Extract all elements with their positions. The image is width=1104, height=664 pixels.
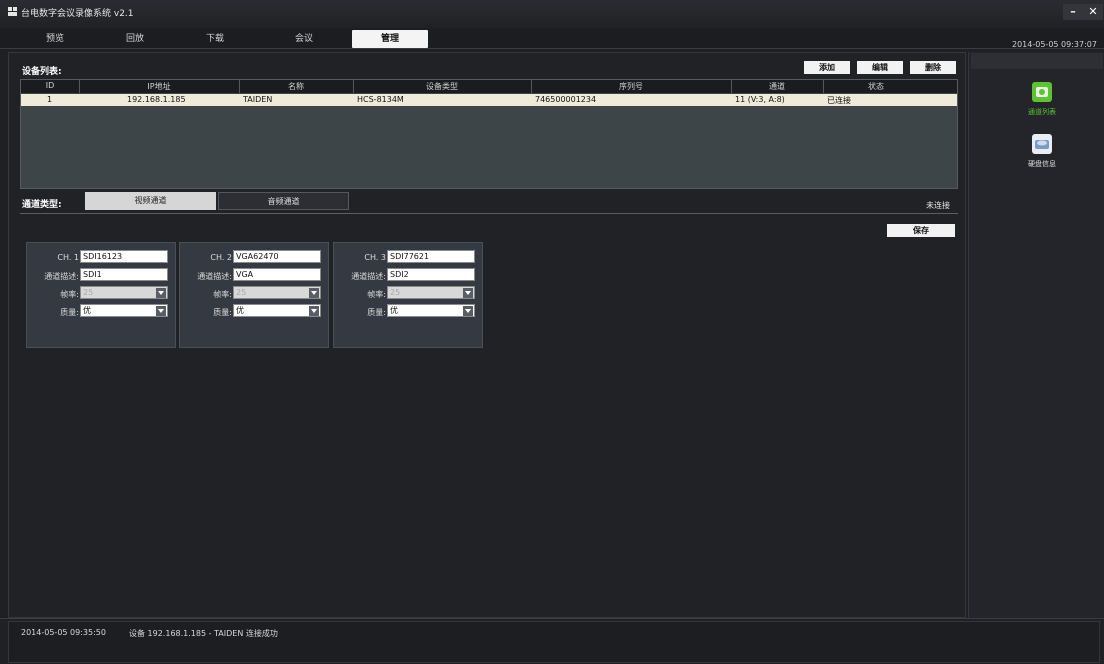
channel-list-icon	[1032, 82, 1052, 102]
cell-name: TAIDEN	[243, 95, 273, 104]
channel-type-label: 通道类型:	[22, 200, 62, 210]
clock: 2014-05-05 09:37:07	[1012, 40, 1097, 49]
desc-label: 通道描述:	[44, 272, 79, 281]
cell-id: 1	[47, 95, 53, 104]
disk-icon	[1032, 134, 1052, 154]
app-logo-icon	[8, 7, 17, 16]
channel-type-bar: 通道类型: 视频通道 音频通道	[20, 192, 958, 214]
channel-panel-3: CH. 3 SDI77621 通道描述: SDI2 帧率: 25 质量: 优	[333, 242, 483, 348]
fps-select: 25	[80, 286, 168, 299]
desc-label: 通道描述:	[351, 272, 386, 281]
fps-label: 帧率:	[60, 290, 79, 299]
fps-value: 25	[83, 288, 94, 297]
col-ip[interactable]: IP地址	[79, 81, 239, 92]
log-time: 2014-05-05 09:35:50	[21, 628, 106, 637]
ch-name-input[interactable]: SDI77621	[387, 250, 475, 263]
tab-playback[interactable]: 回放	[97, 30, 173, 48]
quality-label: 质量:	[367, 308, 386, 317]
chevron-down-icon[interactable]	[156, 306, 166, 316]
fps-select: 25	[233, 286, 321, 299]
chevron-down-icon	[156, 288, 166, 298]
col-status[interactable]: 状态	[823, 81, 929, 92]
channel-panel-2: CH. 2 VGA62470 通道描述: VGA 帧率: 25 质量: 优	[179, 242, 329, 348]
desc-label: 通道描述:	[197, 272, 232, 281]
sidebar-header	[971, 53, 1103, 69]
cell-type: HCS-8134M	[357, 95, 404, 104]
quality-value: 优	[83, 306, 91, 315]
quality-value: 优	[390, 306, 398, 315]
cell-status: 已连接	[827, 96, 851, 105]
chevron-down-icon[interactable]	[309, 306, 319, 316]
app-title: 台电数字会议录像系统 v2.1	[21, 9, 134, 19]
desc-input[interactable]: SDI1	[80, 268, 168, 281]
cell-channel: 11 (V:3, A:8)	[735, 95, 785, 104]
quality-label: 质量:	[213, 308, 232, 317]
connection-status: 未连接	[926, 201, 950, 210]
ch-label: CH. 3	[364, 253, 386, 262]
device-table: ID IP地址 名称 设备类型 序列号 通道 状态 1 192.168.1.18…	[20, 79, 958, 189]
tab-audio-channel[interactable]: 音频通道	[218, 192, 349, 210]
chevron-down-icon	[309, 288, 319, 298]
right-sidebar: 通道列表 硬盘信息	[968, 52, 1104, 618]
title-bar: 台电数字会议录像系统 v2.1 – ✕	[0, 0, 1104, 28]
tab-meeting[interactable]: 会议	[266, 30, 342, 48]
main-tabs: 预览 回放 下载 会议 管理	[0, 28, 1104, 49]
chevron-down-icon[interactable]	[463, 306, 473, 316]
tab-download[interactable]: 下载	[177, 30, 253, 48]
quality-label: 质量:	[60, 308, 79, 317]
table-header: ID IP地址 名称 设备类型 序列号 通道 状态	[21, 80, 957, 93]
fps-value: 25	[390, 288, 401, 297]
fps-value: 25	[236, 288, 247, 297]
quality-select[interactable]: 优	[80, 304, 168, 317]
col-id[interactable]: ID	[21, 81, 79, 92]
col-name[interactable]: 名称	[239, 81, 353, 92]
ch-label: CH. 1	[57, 253, 79, 262]
ch-label: CH. 2	[210, 253, 232, 262]
save-button[interactable]: 保存	[887, 224, 955, 237]
col-serial[interactable]: 序列号	[531, 81, 731, 92]
delete-button[interactable]: 删除	[910, 61, 956, 74]
table-row[interactable]: 1 192.168.1.185 TAIDEN HCS-8134M 7465000…	[21, 94, 957, 106]
quality-value: 优	[236, 306, 244, 315]
add-button[interactable]: 添加	[804, 61, 850, 74]
ch-name-input[interactable]: SDI16123	[80, 250, 168, 263]
sidebar-item-label: 硬盘信息	[1028, 160, 1056, 168]
edit-button[interactable]: 编辑	[857, 61, 903, 74]
col-type[interactable]: 设备类型	[353, 81, 531, 92]
sidebar-item-channel-list[interactable]: 通道列表	[1012, 82, 1072, 117]
col-channel[interactable]: 通道	[731, 81, 823, 92]
sidebar-item-disk-info[interactable]: 硬盘信息	[1012, 134, 1072, 169]
cell-ip: 192.168.1.185	[127, 95, 186, 104]
device-list-label: 设备列表:	[22, 67, 62, 77]
log-bar: 2014-05-05 09:35:50 设备 192.168.1.185 - T…	[0, 618, 1104, 664]
quality-select[interactable]: 优	[233, 304, 321, 317]
fps-select: 25	[387, 286, 475, 299]
tab-management[interactable]: 管理	[352, 30, 428, 48]
desc-input[interactable]: VGA	[233, 268, 321, 281]
fps-label: 帧率:	[213, 290, 232, 299]
channel-panel-1: CH. 1 SDI16123 通道描述: SDI1 帧率: 25 质量: 优	[26, 242, 176, 348]
log-message: 设备 192.168.1.185 - TAIDEN 连接成功	[129, 629, 278, 638]
ch-name-input[interactable]: VGA62470	[233, 250, 321, 263]
tab-video-channel[interactable]: 视频通道	[85, 192, 216, 210]
fps-label: 帧率:	[367, 290, 386, 299]
tab-preview[interactable]: 预览	[17, 30, 93, 48]
log-panel: 2014-05-05 09:35:50 设备 192.168.1.185 - T…	[8, 621, 1100, 663]
sidebar-item-label: 通道列表	[1028, 108, 1056, 116]
close-button[interactable]: ✕	[1083, 4, 1103, 20]
cell-serial: 746500001234	[535, 95, 597, 104]
chevron-down-icon	[463, 288, 473, 298]
quality-select[interactable]: 优	[387, 304, 475, 317]
desc-input[interactable]: SDI2	[387, 268, 475, 281]
minimize-button[interactable]: –	[1063, 4, 1083, 20]
